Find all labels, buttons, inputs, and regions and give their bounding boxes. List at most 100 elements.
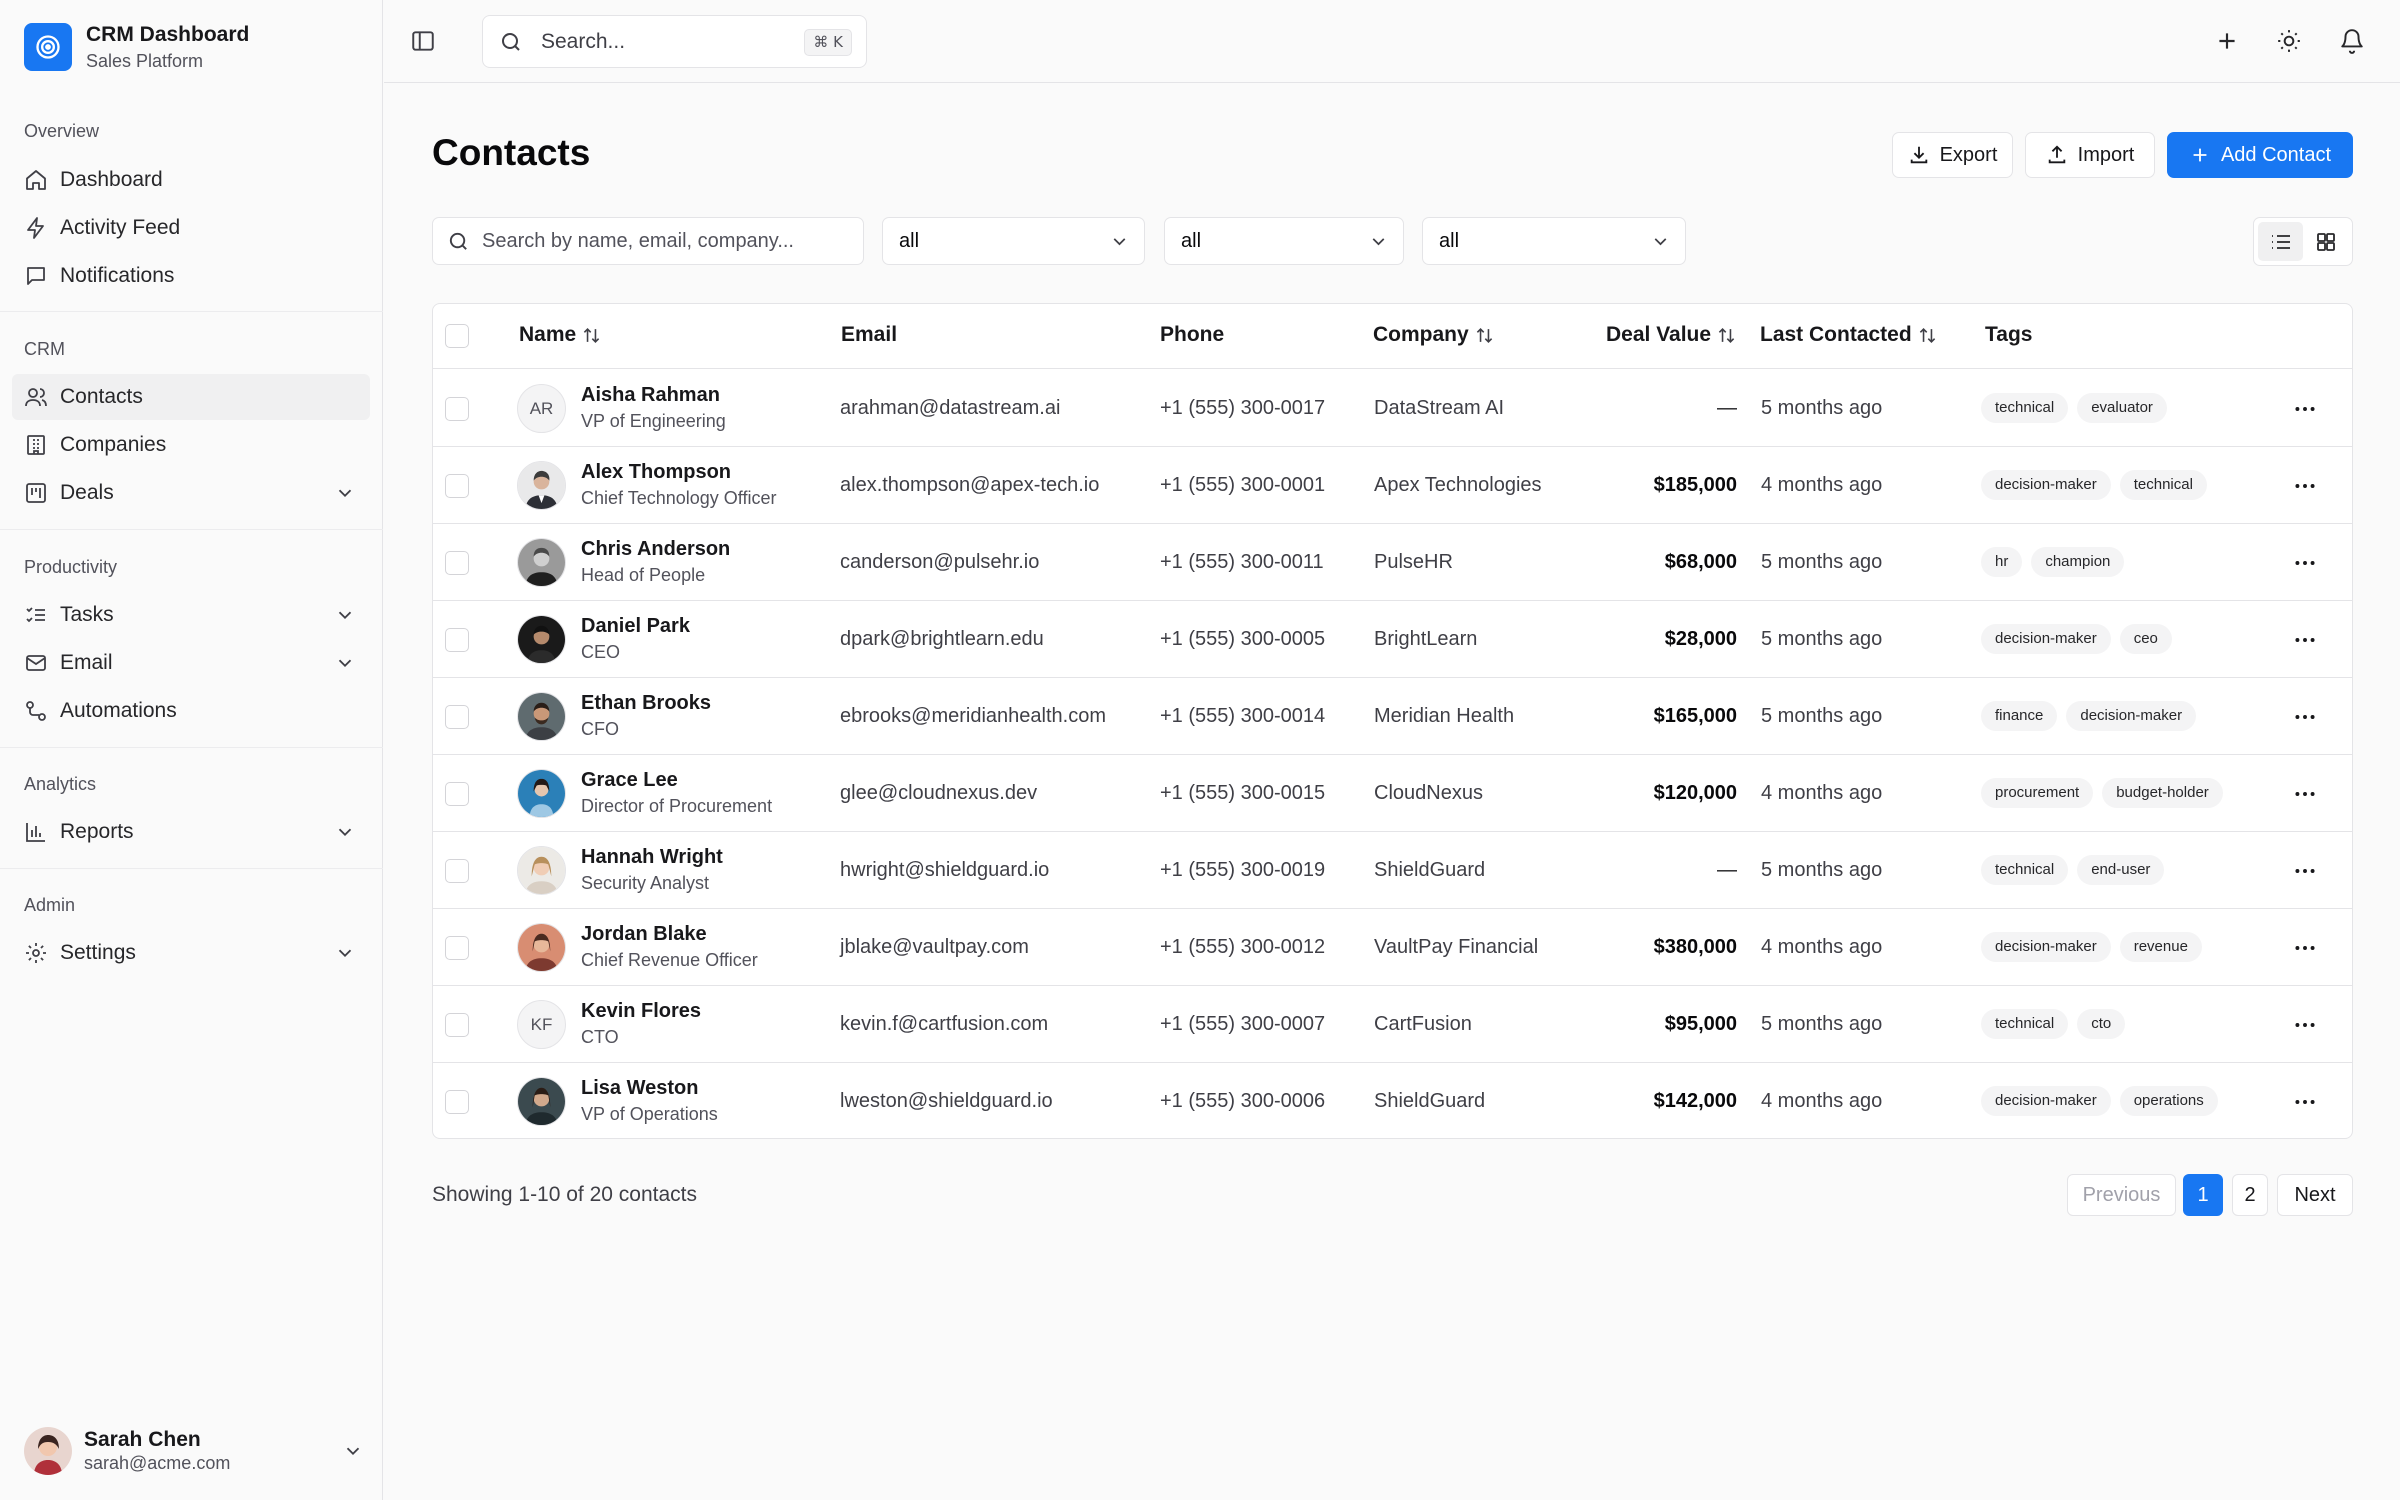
more-horizontal-icon[interactable] (2292, 473, 2318, 499)
previous-page-button[interactable]: Previous (2067, 1174, 2176, 1216)
table-row[interactable]: Alex Thompson Chief Technology Officer ale… (433, 447, 2352, 524)
more-horizontal-icon[interactable] (2292, 550, 2318, 576)
more-horizontal-icon[interactable] (2292, 1089, 2318, 1115)
select-all-checkbox[interactable] (445, 324, 469, 348)
contact-search[interactable] (432, 217, 864, 265)
import-button[interactable]: Import (2025, 132, 2155, 178)
sidebar-item-email[interactable]: Email (12, 640, 370, 686)
column-header-label: Email (841, 323, 898, 346)
chevron-down-icon (1113, 238, 1126, 246)
filter-select-2[interactable]: all (1164, 217, 1404, 265)
sidebar-item-contacts[interactable]: Contacts (12, 374, 370, 420)
contact-email[interactable]: kevin.f@cartfusion.com (840, 1013, 1048, 1036)
table-row[interactable]: KF Kevin Flores CTO kevin.f@cartfusion.com +… (433, 986, 2352, 1063)
row-checkbox[interactable] (445, 1090, 469, 1114)
sun-icon[interactable] (2276, 28, 2302, 54)
row-checkbox[interactable] (445, 1013, 469, 1037)
contact-email[interactable]: ebrooks@meridianhealth.com (840, 705, 1106, 728)
row-checkbox[interactable] (445, 397, 469, 421)
sidebar-item-deals[interactable]: Deals (12, 470, 370, 516)
contact-search-input[interactable] (482, 229, 852, 253)
more-horizontal-icon[interactable] (2292, 627, 2318, 653)
contact-email[interactable]: glee@cloudnexus.dev (840, 782, 1037, 805)
contact-name[interactable]: Kevin Flores (581, 1000, 701, 1023)
global-search-input[interactable] (541, 29, 781, 54)
contact-name[interactable]: Aisha Rahman (581, 384, 720, 407)
sidebar-item-dashboard[interactable]: Dashboard (12, 157, 370, 203)
contact-name[interactable]: Chris Anderson (581, 538, 730, 561)
page-2-button[interactable]: 2 (2232, 1174, 2268, 1216)
contact-email[interactable]: arahman@datastream.ai (840, 397, 1060, 420)
contact-name[interactable]: Grace Lee (581, 769, 678, 792)
chevron-down-icon (338, 828, 352, 837)
more-horizontal-icon[interactable] (2292, 396, 2318, 422)
brand[interactable]: CRM Dashboard Sales Platform (24, 22, 249, 72)
sidebar-item-settings[interactable]: Settings (12, 930, 370, 976)
contact-name[interactable]: Lisa Weston (581, 1077, 698, 1100)
last-contacted: 4 months ago (1761, 782, 1883, 804)
more-horizontal-icon[interactable] (2292, 935, 2318, 961)
table-row[interactable]: Chris Anderson Head of People canderson@pu… (433, 524, 2352, 601)
table-row[interactable]: Jordan Blake Chief Revenue Officer jblake@… (433, 909, 2352, 986)
sidebar-item-label: Automations (60, 699, 177, 722)
table-row[interactable]: Grace Lee Director of Procurement glee@clo… (433, 755, 2352, 832)
sidebar-item-activity-feed[interactable]: Activity Feed (12, 205, 370, 251)
column-header-last-contacted[interactable]: Last Contacted (1760, 323, 1937, 347)
sidebar-item-companies[interactable]: Companies (12, 422, 370, 468)
filter-select-3[interactable]: all (1422, 217, 1686, 265)
contact-name[interactable]: Daniel Park (581, 615, 690, 638)
contact-name[interactable]: Jordan Blake (581, 923, 707, 946)
sidebar-item-notifications[interactable]: Notifications (12, 253, 370, 299)
contact-name[interactable]: Ethan Brooks (581, 692, 711, 715)
row-checkbox[interactable] (445, 628, 469, 652)
sidebar-item-automations[interactable]: Automations (12, 688, 370, 734)
contact-email[interactable]: jblake@vaultpay.com (840, 936, 1029, 959)
page-1-button[interactable]: 1 (2183, 1174, 2223, 1216)
row-checkbox[interactable] (445, 474, 469, 498)
column-header-name[interactable]: Name (519, 323, 601, 347)
column-header-company[interactable]: Company (1373, 323, 1494, 347)
next-page-button[interactable]: Next (2277, 1174, 2353, 1216)
row-checkbox[interactable] (445, 859, 469, 883)
more-horizontal-icon[interactable] (2292, 1012, 2318, 1038)
deal-value: $120,000 (1653, 782, 1737, 804)
sidebar-divider (0, 311, 383, 312)
more-horizontal-icon[interactable] (2292, 704, 2318, 730)
contact-email[interactable]: canderson@pulsehr.io (840, 551, 1039, 574)
global-search[interactable]: ⌘ K (482, 15, 867, 68)
sidebar-item-tasks[interactable]: Tasks (12, 592, 370, 638)
table-row[interactable]: Lisa Weston VP of Operations lweston@shiel… (433, 1063, 2352, 1138)
row-checkbox[interactable] (445, 551, 469, 575)
contact-email[interactable]: lweston@shieldguard.io (840, 1090, 1053, 1113)
tag-badge: technical (1981, 393, 2069, 423)
grid-view-button[interactable] (2303, 222, 2348, 261)
sidebar-item-reports[interactable]: Reports (12, 809, 370, 855)
row-checkbox[interactable] (445, 782, 469, 806)
bar-chart-icon (26, 823, 45, 842)
contact-email[interactable]: dpark@brightlearn.edu (840, 628, 1044, 651)
list-view-button[interactable] (2258, 222, 2303, 261)
user-avatar (24, 1427, 72, 1475)
export-button[interactable]: Export (1892, 132, 2013, 178)
plus-icon[interactable] (2214, 28, 2240, 54)
contact-name[interactable]: Hannah Wright (581, 846, 723, 869)
contact-name[interactable]: Alex Thompson (581, 461, 731, 484)
filter-select-1[interactable]: all (882, 217, 1145, 265)
user-menu[interactable]: Sarah Chen sarah@acme.com (24, 1427, 364, 1475)
table-row[interactable]: Hannah Wright Security Analyst hwright@shi… (433, 832, 2352, 909)
column-header-deal-value[interactable]: Deal Value (1606, 323, 1736, 347)
sidebar-toggle-icon[interactable] (410, 28, 436, 54)
table-row[interactable]: Ethan Brooks CFO ebrooks@meridianhealth.co… (433, 678, 2352, 755)
add-contact-button[interactable]: Add Contact (2167, 132, 2353, 178)
row-checkbox[interactable] (445, 705, 469, 729)
contact-email[interactable]: hwright@shieldguard.io (840, 859, 1049, 882)
table-row[interactable]: AR Aisha Rahman VP of Engineering arahman@d… (433, 370, 2352, 447)
row-checkbox[interactable] (445, 936, 469, 960)
brand-subtitle: Sales Platform (86, 51, 204, 71)
last-contacted: 5 months ago (1761, 859, 1883, 881)
contact-email[interactable]: alex.thompson@apex-tech.io (840, 474, 1099, 497)
more-horizontal-icon[interactable] (2292, 781, 2318, 807)
table-row[interactable]: Daniel Park CEO dpark@brightlearn.edu +1 (5… (433, 601, 2352, 678)
more-horizontal-icon[interactable] (2292, 858, 2318, 884)
bell-icon[interactable] (2339, 28, 2365, 54)
